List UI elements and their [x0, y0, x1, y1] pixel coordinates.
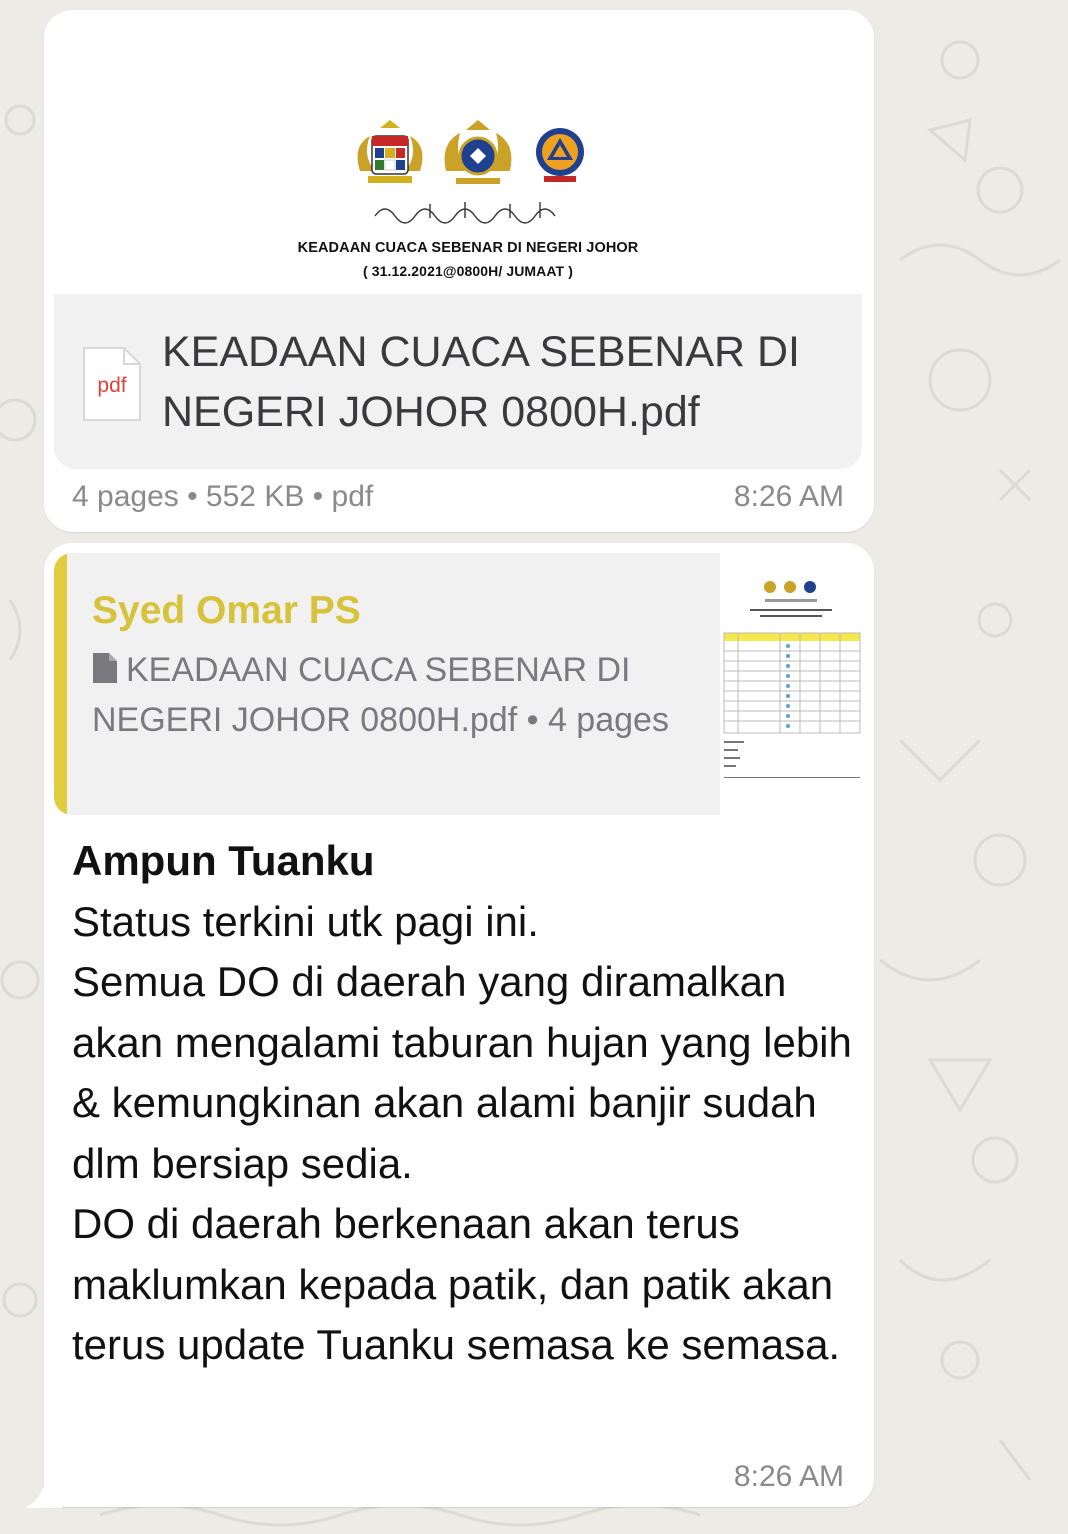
document-preview[interactable]: KEADAAN CUACA SEBENAR DI NEGERI JOHOR ( … — [54, 20, 862, 304]
bubble-tail — [24, 1462, 62, 1508]
malaysia-coat-of-arms — [357, 120, 423, 183]
reply-message-bubble[interactable]: Syed Omar PS KEADAAN CUACA SEBENAR DI NE… — [44, 543, 874, 1507]
quote-accent-bar — [54, 553, 67, 815]
arabic-greeting — [370, 198, 570, 224]
document-thumbnail-image — [723, 581, 861, 778]
message-body: Status terkini utk pagi ini. Semua DO di… — [72, 897, 852, 1369]
arabic-calligraphy-image — [374, 202, 556, 224]
message-greeting: Ampun Tuanku — [72, 837, 375, 884]
quote-file-text: KEADAAN CUACA SEBENAR DI NEGERI JOHOR 08… — [92, 651, 669, 739]
civil-defence-emblem — [536, 128, 584, 182]
preview-title-line-2: ( 31.12.2021@0800H/ JUMAAT ) — [363, 263, 573, 279]
johor-coat-of-arms — [444, 120, 512, 184]
message-timestamp: 8:26 AM — [733, 480, 844, 513]
file-name: KEADAAN CUACA SEBENAR DI NEGERI JOHOR 08… — [162, 328, 801, 436]
message-timestamp: 8:26 AM — [733, 1460, 844, 1493]
quote-text: KEADAAN CUACA SEBENAR DI NEGERI JOHOR 08… — [92, 645, 672, 745]
pdf-file-icon-label: pdf — [97, 374, 127, 397]
preview-title-line-1: KEADAAN CUACA SEBENAR DI NEGERI JOHOR — [297, 240, 639, 256]
file-attachment[interactable]: pdf KEADAAN CUACA SEBENAR DI NEGERI JOHO… — [54, 294, 862, 469]
quote-sender-name: Syed Omar PS — [92, 589, 361, 632]
file-meta: 4 pages • 552 KB • pdf — [72, 480, 374, 513]
logos-image — [357, 120, 584, 184]
message-text: Ampun Tuanku Status terkini utk pagi ini… — [72, 831, 862, 1376]
quoted-message[interactable]: Syed Omar PS KEADAAN CUACA SEBENAR DI NE… — [54, 553, 862, 815]
document-message-bubble[interactable]: KEADAAN CUACA SEBENAR DI NEGERI JOHOR ( … — [44, 10, 874, 532]
document-icon — [93, 653, 117, 683]
quote-thumbnail — [720, 553, 862, 815]
